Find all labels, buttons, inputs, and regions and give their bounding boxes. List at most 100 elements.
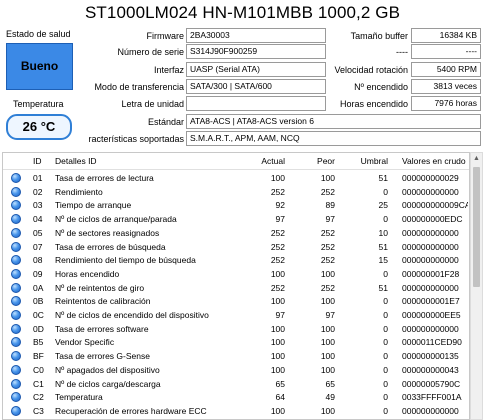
table-row[interactable]: 05 Nº de sectores reasignados 252 252 10 0000… <box>3 227 469 239</box>
status-good-icon <box>11 214 21 225</box>
cell-details: Tasa de errores de búsqueda <box>55 241 166 252</box>
status-good-icon <box>11 364 21 375</box>
cell-worst: 100 <box>320 337 335 348</box>
table-row[interactable]: 07 Tasa de errores de búsqueda 252 252 51 000… <box>3 241 469 253</box>
cell-id: 02 <box>33 186 43 197</box>
health-status-label: Estado de salud <box>6 29 71 39</box>
cell-raw: 000000000EE5 <box>402 310 461 320</box>
cell-worst: 89 <box>325 200 335 211</box>
table-row[interactable]: 09 Horas encendido 100 100 0 000000001F28 <box>3 268 469 280</box>
cell-details: Reintentos de calibración <box>55 296 151 307</box>
column-header-threshold[interactable]: Umbral <box>343 153 388 170</box>
standard-field: ATA8-ACS | ATA8-ACS version 6 <box>186 114 481 129</box>
status-good-icon <box>11 378 21 389</box>
cell-raw: 000000000EDC <box>402 214 463 225</box>
cell-threshold: 0 <box>383 378 388 389</box>
column-header-details[interactable]: Detalles ID <box>55 153 255 170</box>
table-row[interactable]: 0B Reintentos de calibración 100 100 0 000000… <box>3 295 469 307</box>
cell-details: Nº de ciclos de encendido del dispositiv… <box>55 310 209 320</box>
table-row[interactable]: 08 Rendimiento del tiempo de búsqueda 252 2… <box>3 254 469 266</box>
status-good-icon <box>11 310 21 320</box>
cell-id: 08 <box>33 255 43 266</box>
cell-threshold: 0 <box>383 186 388 197</box>
cell-threshold: 15 <box>378 255 388 266</box>
cell-current: 92 <box>275 200 285 211</box>
cell-threshold: 0 <box>383 310 388 320</box>
cell-id: 09 <box>33 268 43 279</box>
table-row[interactable]: 04 Nº de ciclos de arranque/parada 97 97 0 00… <box>3 213 469 225</box>
table-row[interactable]: 03 Tiempo de arranque 92 89 25 000000000009CA <box>3 199 469 211</box>
power-on-count-label: Nº encendido <box>354 82 408 92</box>
status-good-icon <box>11 186 21 197</box>
cell-details: Tiempo de arranque <box>55 200 132 211</box>
cell-threshold: 0 <box>383 405 388 416</box>
cell-current: 252 <box>270 255 285 266</box>
status-good-icon <box>11 351 21 362</box>
column-header-raw[interactable]: Valores en crudo <box>402 153 468 170</box>
cell-current: 100 <box>270 337 285 348</box>
table-row[interactable]: C2 Temperatura 64 49 0 0033FFFF001A <box>3 391 469 403</box>
transfer-mode-field: SATA/300 | SATA/600 <box>186 79 326 94</box>
cell-details: Recuperación de errores hardware ECC <box>55 405 207 416</box>
table-row[interactable]: C3 Recuperación de errores hardware ECC 10… <box>3 405 469 417</box>
temperature-label: Temperatura <box>13 99 64 109</box>
cell-id: 07 <box>33 241 43 252</box>
table-row[interactable]: 0A Nº de reintentos de giro 252 252 51 000000… <box>3 282 469 294</box>
table-row[interactable]: C1 Nº de ciclos carga/descarga 65 65 0 000000… <box>3 378 469 390</box>
cell-worst: 100 <box>320 173 335 183</box>
smart-attributes-table[interactable]: ID Detalles ID Actual Peor Umbral Valore… <box>2 152 470 420</box>
cell-details: Tasa de errores de lectura <box>55 173 154 183</box>
cell-raw: 0000000001E7 <box>402 296 460 307</box>
cell-raw: 000000000000 <box>402 241 459 252</box>
cell-worst: 252 <box>320 282 335 293</box>
interface-label: Interfaz <box>153 65 184 75</box>
cell-threshold: 0 <box>383 337 388 348</box>
cell-raw: 000000000000 <box>402 186 459 197</box>
blank-label: ---- <box>396 47 408 57</box>
cell-raw: 000000000000 <box>402 255 459 266</box>
cell-threshold: 0 <box>383 268 388 279</box>
health-status-button[interactable]: Bueno <box>6 43 73 90</box>
firmware-label: Firmware <box>146 31 185 41</box>
status-good-icon <box>11 392 21 403</box>
table-row[interactable]: C0 Nº apagados del dispositivo 100 100 0 0000… <box>3 364 469 376</box>
cell-worst: 100 <box>320 405 335 416</box>
cell-current: 100 <box>270 173 285 183</box>
table-row[interactable]: B5 Vendor Specific 100 100 0 0000011CED90 <box>3 336 469 348</box>
column-header-worst[interactable]: Peor <box>293 153 335 170</box>
table-row[interactable]: BF Tasa de errores G-Sense 100 100 0 00000000… <box>3 350 469 362</box>
cell-raw: 0000011CED90 <box>402 337 462 348</box>
cell-threshold: 0 <box>383 351 388 362</box>
cell-raw: 000000000009CA <box>402 200 468 211</box>
status-good-icon <box>11 268 21 279</box>
cell-worst: 65 <box>325 378 335 389</box>
firmware-field: 2BA30003 <box>186 28 326 43</box>
table-row[interactable]: 0C Nº de ciclos de encendido del disposit… <box>3 309 469 321</box>
scroll-thumb[interactable] <box>473 167 480 287</box>
cell-current: 97 <box>275 214 285 225</box>
table-row[interactable]: 01 Tasa de errores de lectura 100 100 51 0000… <box>3 172 469 184</box>
cell-details: Nº de reintentos de giro <box>55 282 145 293</box>
column-header-current[interactable]: Actual <box>243 153 285 170</box>
column-header-id[interactable]: ID <box>33 153 53 170</box>
serial-label: Número de serie <box>117 47 184 57</box>
cell-details: Temperatura <box>55 392 103 403</box>
status-good-icon <box>11 173 21 183</box>
cell-id: C1 <box>33 378 44 389</box>
cell-id: 0C <box>33 310 44 320</box>
table-scrollbar[interactable]: ▲ <box>470 152 483 420</box>
cell-raw: 00000005790C <box>402 378 461 389</box>
cell-id: BF <box>33 351 44 362</box>
cell-raw: 0033FFFF001A <box>402 392 462 403</box>
rotation-speed-label: Velocidad rotación <box>334 65 408 75</box>
interface-field: UASP (Serial ATA) <box>186 62 326 77</box>
status-good-icon <box>11 323 21 334</box>
scroll-up-arrow-icon[interactable]: ▲ <box>471 153 482 165</box>
cell-id: 0A <box>33 282 44 293</box>
cell-threshold: 0 <box>383 296 388 307</box>
table-row[interactable]: 0D Tasa de errores software 100 100 0 0000000… <box>3 323 469 335</box>
cell-current: 252 <box>270 282 285 293</box>
cell-raw: 000000000000 <box>402 227 459 238</box>
cell-worst: 252 <box>320 255 335 266</box>
table-row[interactable]: 02 Rendimiento 252 252 0 000000000000 <box>3 186 469 198</box>
